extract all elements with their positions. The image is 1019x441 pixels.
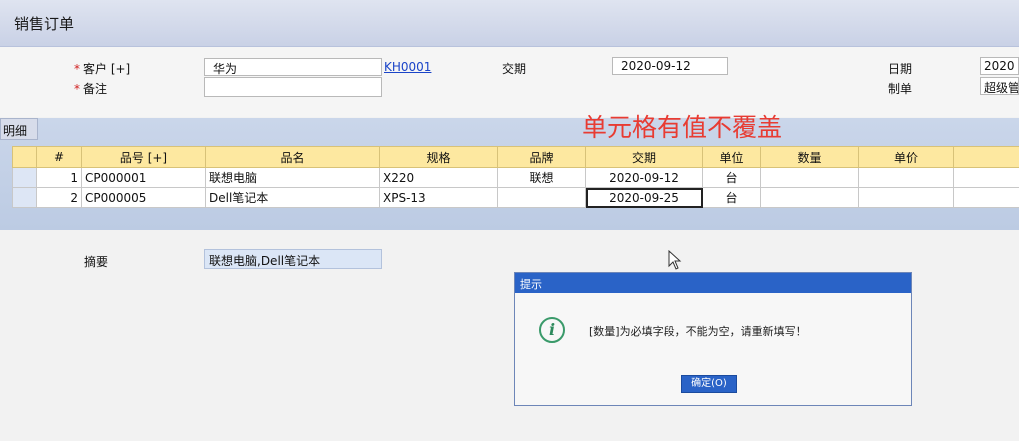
required-mark: * [74, 62, 80, 76]
grid-header-name: 品名 [205, 146, 380, 168]
cell-price[interactable] [858, 167, 954, 188]
cell-name[interactable]: 联想电脑 [205, 167, 380, 188]
note-field[interactable] [204, 77, 382, 97]
grid-header-code[interactable]: 品号 [+] [81, 146, 206, 168]
annotation-text: 单元格有值不覆盖 [582, 113, 783, 142]
detail-grid: # 品号 [+] 品名 规格 品牌 交期 单位 数量 单价 1 CP000001… [12, 146, 1019, 208]
alert-dialog: 提示 i [数量]为必填字段，不能为空，请重新填写！ 确定(O) [514, 272, 912, 406]
cell-spec[interactable]: X220 [379, 167, 498, 188]
customer-field[interactable]: 华为 [204, 58, 382, 76]
date-label: 日期 [888, 62, 913, 76]
grid-header-price: 单价 [858, 146, 954, 168]
customer-label: * 客户 [+] [74, 62, 131, 76]
cell-name[interactable]: Dell笔记本 [205, 187, 380, 208]
tab-detail[interactable]: 明细 [0, 118, 38, 140]
row-selector[interactable] [12, 167, 37, 188]
cell-code[interactable]: CP000005 [81, 187, 206, 208]
header-form [0, 47, 1019, 117]
grid-header-qty: 数量 [760, 146, 859, 168]
cell-qty[interactable] [760, 187, 859, 208]
maker-label: 制单 [888, 82, 913, 96]
grid-header-brand: 品牌 [497, 146, 586, 168]
cell-price[interactable] [858, 187, 954, 208]
window-title-bar: 销售订单 [0, 0, 1019, 47]
required-mark: * [74, 82, 80, 96]
summary-field[interactable]: 联想电脑,Dell笔记本 [204, 249, 382, 269]
cell-no: 1 [36, 167, 82, 188]
delivery-field[interactable]: 2020-09-12 [612, 57, 728, 75]
cell-delivery[interactable]: 2020-09-12 [585, 167, 703, 188]
cell-extra [953, 167, 1019, 188]
info-icon: i [539, 317, 565, 343]
dialog-title: 提示 [515, 273, 911, 293]
window-title: 销售订单 [14, 15, 75, 33]
grid-header-no: # [36, 146, 82, 168]
date-field[interactable]: 2020 [980, 57, 1019, 75]
grid-header-unit: 单位 [702, 146, 761, 168]
grid-header-extra [953, 146, 1019, 168]
cell-unit[interactable]: 台 [702, 187, 761, 208]
summary-label: 摘要 [84, 255, 109, 269]
grid-header-delivery: 交期 [585, 146, 703, 168]
table-row[interactable]: 2 CP000005 Dell笔记本 XPS-13 2020-09-25 台 [12, 187, 1019, 208]
table-row[interactable]: 1 CP000001 联想电脑 X220 联想 2020-09-12 台 [12, 167, 1019, 188]
customer-code-link[interactable]: KH0001 [384, 60, 431, 74]
grid-header-row: # 品号 [+] 品名 规格 品牌 交期 单位 数量 单价 [12, 146, 1019, 168]
cell-extra [953, 187, 1019, 208]
cell-unit[interactable]: 台 [702, 167, 761, 188]
maker-field[interactable]: 超级管 [980, 77, 1019, 95]
row-selector[interactable] [12, 187, 37, 208]
cell-brand[interactable]: 联想 [497, 167, 586, 188]
grid-header-spec: 规格 [379, 146, 498, 168]
delivery-label: 交期 [502, 62, 527, 76]
cell-spec[interactable]: XPS-13 [379, 187, 498, 208]
dialog-message: [数量]为必填字段，不能为空，请重新填写！ [589, 325, 807, 338]
note-label: * 备注 [74, 82, 108, 96]
grid-header-selector [12, 146, 37, 168]
ok-button[interactable]: 确定(O) [681, 375, 737, 393]
cell-qty[interactable] [760, 167, 859, 188]
cell-no: 2 [36, 187, 82, 208]
cell-code[interactable]: CP000001 [81, 167, 206, 188]
mouse-cursor-icon [668, 250, 682, 270]
cell-delivery-focused[interactable]: 2020-09-25 [585, 187, 703, 208]
cell-brand[interactable] [497, 187, 586, 208]
